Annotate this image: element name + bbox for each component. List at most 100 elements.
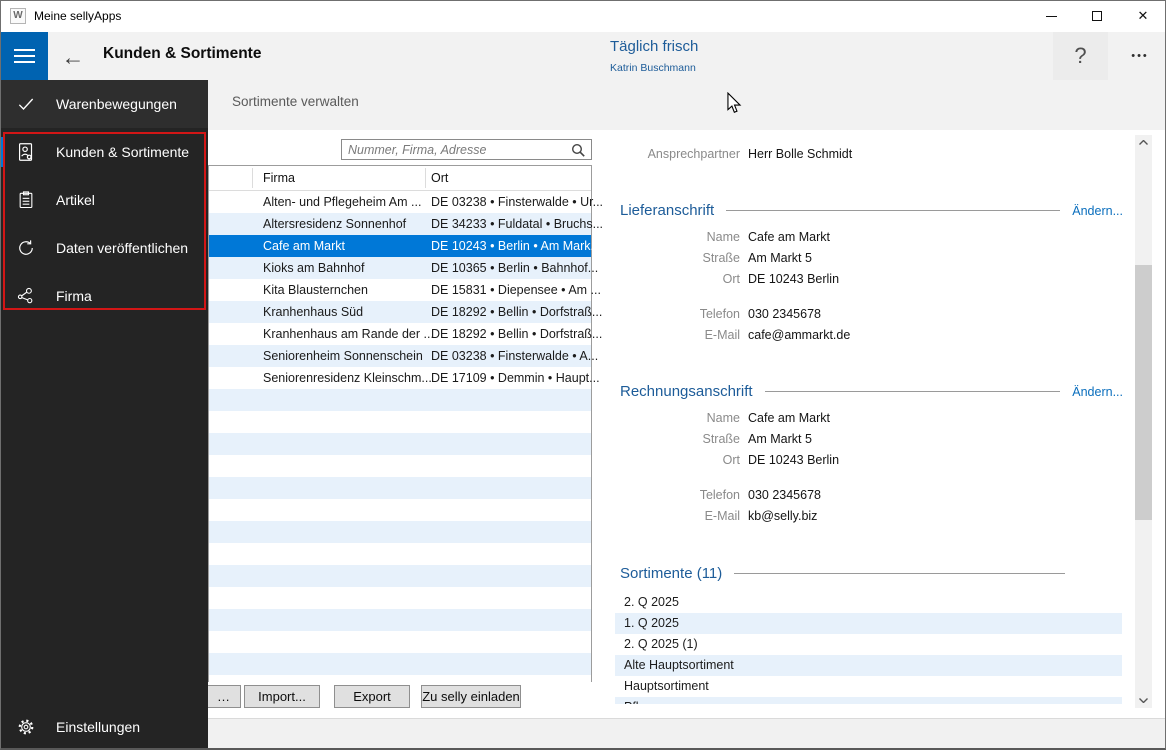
more-menu-button[interactable]: ••• [1114,32,1166,80]
column-header-firma[interactable]: Firma [263,171,295,185]
contact-label: Ansprechpartner [647,147,740,161]
email-value: kb@selly.biz [748,509,818,523]
column-separator [252,168,253,188]
cell-firma: Kita Blausternchen [263,283,368,297]
more-actions-button[interactable]: … [208,685,241,708]
maximize-button[interactable] [1074,0,1120,32]
city-label: Ort [722,453,740,467]
customer-search[interactable] [341,139,592,160]
cell-firma: Kioks am Bahnhof [263,261,365,275]
gear-icon [14,715,38,739]
minimize-button[interactable] [1028,0,1074,32]
tab-sortimente-verwalten[interactable]: Sortimente verwalten [232,94,359,109]
sortiment-item[interactable]: Pfl… [615,697,1122,704]
delivery-address-section-header: Lieferanschrift Ändern... [620,202,1123,219]
phone-label: Telefon [699,307,740,321]
customer-row-selected[interactable]: Cafe am Markt DE 10243 • Berlin • Am Mark… [209,235,601,257]
name-label: Name [706,230,740,244]
section-rule [734,573,1065,574]
cell-ort: DE 34233 • Fuldatal • Bruchs... [431,217,604,231]
import-button[interactable]: Import... [244,685,320,708]
cell-ort: DE 15831 • Diepensee • Am ... [431,283,601,297]
change-billing-link[interactable]: Ändern... [1072,385,1123,399]
customer-row[interactable]: Kioks am Bahnhof DE 10365 • Berlin • Bahn… [209,257,598,279]
phone-value: 030 2345678 [748,488,821,502]
cell-ort: DE 03238 • Finsterwalde • Ur... [431,195,604,209]
user-name: Katrin Buschmann [610,62,696,74]
app-logo-icon: W [10,8,26,24]
invite-to-selly-button[interactable]: Zu selly einladen [421,685,521,708]
cell-firma: Seniorenheim Sonnenschein [263,349,423,363]
sortiment-item[interactable]: Hauptsortiment [615,676,1122,697]
column-separator [425,168,426,188]
close-button[interactable]: ✕ [1120,0,1166,32]
check-icon [14,92,38,116]
export-button[interactable]: Export [334,685,410,708]
sortiment-item[interactable]: 2. Q 2025 (1) [615,634,1122,655]
search-input[interactable] [342,140,591,159]
customer-row[interactable]: Alten- und Pflegeheim Am ... DE 03238 • F… [209,191,603,213]
section-rule [726,210,1061,211]
customer-table-header: Firma Ort [209,166,591,191]
customer-table: Firma Ort Alten- und Pflegeheim Am ... DE… [208,165,603,683]
contact-value: Herr Bolle Schmidt [748,147,853,161]
help-button[interactable]: ? [1053,32,1108,80]
page-title: Kunden & Sortimente [103,45,262,62]
section-rule [764,391,1061,392]
sortiment-item[interactable]: Alte Hauptsortiment [615,655,1122,676]
navigation-sidebar: Warenbewegungen Kunden & Sortimente Arti… [0,80,208,750]
sortiment-item[interactable]: 2. Q 2025 [615,592,1122,613]
cell-ort: DE 17109 • Demmin • Haupt... [431,371,600,385]
cell-firma: Altersresidenz Sonnenhof [263,217,407,231]
hamburger-menu-button[interactable] [0,32,48,80]
customer-row[interactable]: Seniorenheim Sonnenschein DE 03238 • Fins… [209,345,598,367]
search-icon [571,143,586,163]
customer-row[interactable]: Kranhenhaus Süd DE 18292 • Bellin • Dorfs… [209,301,602,323]
cell-ort: DE 18292 • Bellin • Dorfstraß... [431,305,603,319]
section-title: Sortimente (11) [620,565,723,582]
annotation-red-box [3,132,206,310]
cell-firma: Kranhenhaus Süd [263,305,364,319]
main-content: Firma Ort Alten- und Pflegeheim Am ... DE… [208,130,1166,718]
cell-firma: Seniorenresidenz Kleinschm... [263,371,432,385]
name-value: Cafe am Markt [748,411,830,425]
street-value: Am Markt 5 [748,432,812,446]
cell-firma: Cafe am Markt [263,239,345,253]
city-value: DE 10243 Berlin [748,272,840,286]
empty-rows [209,389,591,683]
billing-address-section-header: Rechnungsanschrift Ändern... [620,383,1123,400]
mouse-cursor [726,91,742,119]
business-name: Täglich frisch [610,38,699,55]
sidebar-item-einstellungen[interactable]: Einstellungen [0,703,208,751]
customer-row[interactable]: Kranhenhaus am Rande der ... DE 18292 • B… [209,323,602,345]
sortimente-list: 2. Q 2025 1. Q 2025 2. Q 2025 (1) Alte H… [615,592,1122,704]
customer-row[interactable]: Altersresidenz Sonnenhof DE 34233 • Fulda… [209,213,603,235]
email-label: E-Mail [704,328,740,342]
column-header-ort[interactable]: Ort [431,171,448,185]
sortimente-section-header: Sortimente (11) [620,565,1123,582]
scroll-down-icon[interactable] [1135,693,1152,708]
section-title: Rechnungsanschrift [620,383,753,400]
sidebar-item-label: Einstellungen [56,719,141,735]
change-delivery-link[interactable]: Ändern... [1072,204,1123,218]
maximize-icon [1092,11,1102,21]
street-value: Am Markt 5 [748,251,812,265]
street-label: Straße [702,251,740,265]
details-scrollbar[interactable] [1135,135,1152,708]
city-value: DE 10243 Berlin [748,453,840,467]
name-value: Cafe am Markt [748,230,830,244]
sortiment-item[interactable]: 1. Q 2025 [615,613,1122,634]
city-label: Ort [722,272,740,286]
scroll-up-icon[interactable] [1135,135,1152,150]
scrollbar-thumb[interactable] [1135,265,1152,520]
phone-label: Telefon [699,488,740,502]
back-button[interactable]: ← [56,40,90,74]
window-title: Meine sellyApps [34,9,122,23]
customer-row[interactable]: Kita Blausternchen DE 15831 • Diepensee •… [209,279,601,301]
section-title: Lieferanschrift [620,202,715,219]
sidebar-item-warenbewegungen[interactable]: Warenbewegungen [0,80,208,128]
customer-row[interactable]: Seniorenresidenz Kleinschm... DE 17109 • … [209,367,600,389]
cell-ort: DE 10365 • Berlin • Bahnhof... [431,261,599,275]
minimize-icon [1045,15,1057,17]
cell-ort: DE 10243 • Berlin • Am Mark... [431,239,601,253]
